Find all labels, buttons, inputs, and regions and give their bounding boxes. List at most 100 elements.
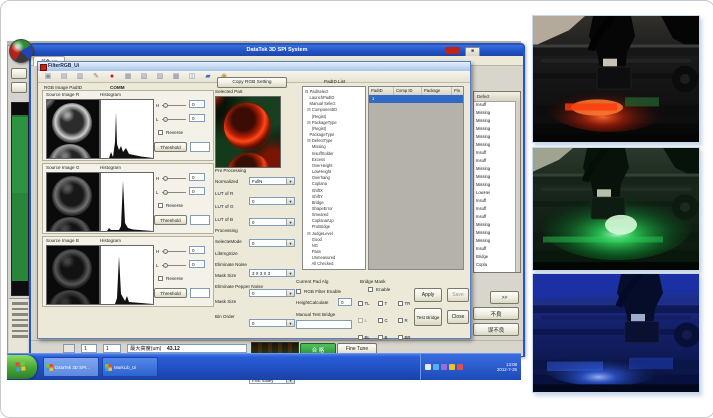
threshold-button[interactable]: Threshold <box>154 142 187 152</box>
normalized-dropdown[interactable]: FullN <box>249 177 295 185</box>
taskbar-app-button[interactable]: DataTek 3D SPI... <box>43 357 99 377</box>
defect-row[interactable]: Missing <box>474 229 516 237</box>
bridge-mask-cell[interactable]: BR <box>398 329 418 346</box>
pad-list-selected-row[interactable]: 1 <box>369 95 463 103</box>
bridge-mask-cell[interactable]: TL <box>358 295 378 312</box>
tree-item[interactable]: All Checked <box>305 261 365 267</box>
defect-row[interactable]: Insuff <box>474 197 516 205</box>
lut-r-dropdown[interactable]: 0 <box>249 197 295 205</box>
tray-icon[interactable] <box>457 364 463 370</box>
h-slider[interactable] <box>162 247 186 255</box>
toolbar-icon[interactable]: ▤ <box>58 71 70 83</box>
apply-button[interactable]: Apply <box>414 288 442 302</box>
l-value-input[interactable]: 0 <box>189 260 205 268</box>
defect-row[interactable]: Insuff <box>474 213 516 221</box>
tray-icon[interactable] <box>441 364 447 370</box>
threshold-value-input[interactable] <box>190 142 210 152</box>
bridge-mask-cell[interactable]: BL <box>358 329 378 346</box>
toolbar-icon[interactable]: ▰ <box>202 71 214 83</box>
defect-row[interactable]: Missing <box>474 141 516 149</box>
defect-row[interactable]: LowHei <box>474 189 516 197</box>
false-ng-button[interactable]: 误不良 <box>473 323 519 336</box>
l-value-input[interactable]: 0 <box>189 187 205 195</box>
pad-list-table[interactable]: PadID Comp ID Package Pin 1 <box>368 86 464 270</box>
tray-icon[interactable] <box>425 364 431 370</box>
threshold-value-input[interactable] <box>190 288 210 298</box>
manual-test-bridge-input[interactable] <box>296 320 352 329</box>
toolbar-icon[interactable]: ▩ <box>170 71 182 83</box>
height-calc-input[interactable]: 0 <box>338 298 352 306</box>
lib-size-dropdown[interactable]: 0 <box>249 289 295 297</box>
defect-row[interactable]: Copla <box>474 261 516 269</box>
close-button[interactable]: Close <box>447 310 469 324</box>
col-package[interactable]: Package <box>421 87 454 95</box>
lut-g-dropdown[interactable]: 0 <box>249 218 295 226</box>
defect-row[interactable]: Missing <box>474 237 516 245</box>
l-slider[interactable] <box>162 115 186 123</box>
checkbox-icon[interactable] <box>398 318 403 323</box>
bridge-mask-cell[interactable]: T <box>378 295 398 312</box>
reverse-checkbox[interactable] <box>158 203 163 208</box>
defect-row[interactable]: Bridge <box>474 253 516 261</box>
h-value-input[interactable]: 0 <box>189 173 205 181</box>
back-toolbar-button[interactable] <box>11 82 27 93</box>
defect-row[interactable]: Missing <box>474 165 516 173</box>
status-field-1[interactable]: 1 <box>81 344 97 353</box>
tray-icon[interactable] <box>449 364 455 370</box>
lut-b-dropdown[interactable]: 0 <box>249 239 295 247</box>
toolbar-icon[interactable]: ✎ <box>90 71 102 83</box>
defect-row[interactable]: Missing <box>474 109 516 117</box>
toolbar-icon[interactable]: ▦ <box>122 71 134 83</box>
toolbar-icon[interactable]: ▥ <box>74 71 86 83</box>
bridge-mask-cell[interactable]: B <box>378 329 398 346</box>
bridge-enable-checkbox[interactable] <box>368 287 373 292</box>
defect-row[interactable]: Missing <box>474 173 516 181</box>
defect-row[interactable]: Insuff <box>474 205 516 213</box>
taskbar-app-button[interactable]: MarkLib_Ui <box>102 357 158 377</box>
reverse-checkbox[interactable] <box>158 276 163 281</box>
bridge-mask-cell[interactable]: C <box>378 312 398 329</box>
h-value-input[interactable]: 0 <box>189 246 205 254</box>
defect-row[interactable]: Insuff <box>474 245 516 253</box>
rgb-filter-enable-checkbox[interactable] <box>296 289 301 294</box>
checkbox-icon[interactable] <box>398 335 403 340</box>
start-button[interactable] <box>7 355 37 379</box>
l-value-input[interactable]: 0 <box>189 114 205 122</box>
defect-row[interactable]: Insuff <box>474 101 516 109</box>
save-button[interactable]: Save <box>447 288 469 302</box>
mask-size-dropdown[interactable]: 0 <box>249 319 295 327</box>
copy-rgb-setting-button[interactable]: Copy RGB Setting <box>217 77 287 88</box>
threshold-value-input[interactable] <box>190 215 210 225</box>
reverse-checkbox[interactable] <box>158 130 163 135</box>
ng-button[interactable]: 不良 <box>473 307 519 320</box>
pad-select-tree[interactable]: ⊟ PadSelect LaunchPadID Manual Select ⊟ … <box>302 86 366 270</box>
h-slider[interactable] <box>162 174 186 182</box>
defect-row[interactable]: Missing <box>474 181 516 189</box>
checkbox-icon[interactable] <box>378 318 383 323</box>
defect-row[interactable]: Missing <box>474 125 516 133</box>
toolbar-icon[interactable]: ▧ <box>138 71 150 83</box>
checkbox-icon[interactable] <box>358 335 363 340</box>
toolbar-icon[interactable]: ● <box>106 71 118 83</box>
h-value-input[interactable]: 0 <box>189 100 205 108</box>
checkbox-icon[interactable] <box>358 301 363 306</box>
h-slider[interactable] <box>162 101 186 109</box>
toolbar-icon[interactable]: ▨ <box>154 71 166 83</box>
defect-row[interactable]: Insuff <box>474 157 516 165</box>
checkbox-icon[interactable] <box>378 301 383 306</box>
col-padid[interactable]: PadID <box>369 87 395 95</box>
defect-row[interactable]: Missing <box>474 117 516 125</box>
bridge-mask-cell[interactable]: L <box>358 312 378 329</box>
col-pin[interactable]: Pin <box>451 87 464 95</box>
defect-row[interactable]: Missing <box>474 133 516 141</box>
defect-row[interactable]: Insuff <box>474 149 516 157</box>
threshold-button[interactable]: Threshold <box>154 215 187 225</box>
tray-icon[interactable] <box>433 364 439 370</box>
toolbar-icon[interactable]: ◫ <box>186 71 198 83</box>
checkbox-icon[interactable] <box>398 301 403 306</box>
defect-row[interactable]: Missing <box>474 221 516 229</box>
more-button[interactable]: >> <box>490 291 519 304</box>
l-slider[interactable] <box>162 261 186 269</box>
toolbar-icon[interactable]: ▣ <box>42 71 54 83</box>
close-icon[interactable]: ■ <box>465 47 480 57</box>
